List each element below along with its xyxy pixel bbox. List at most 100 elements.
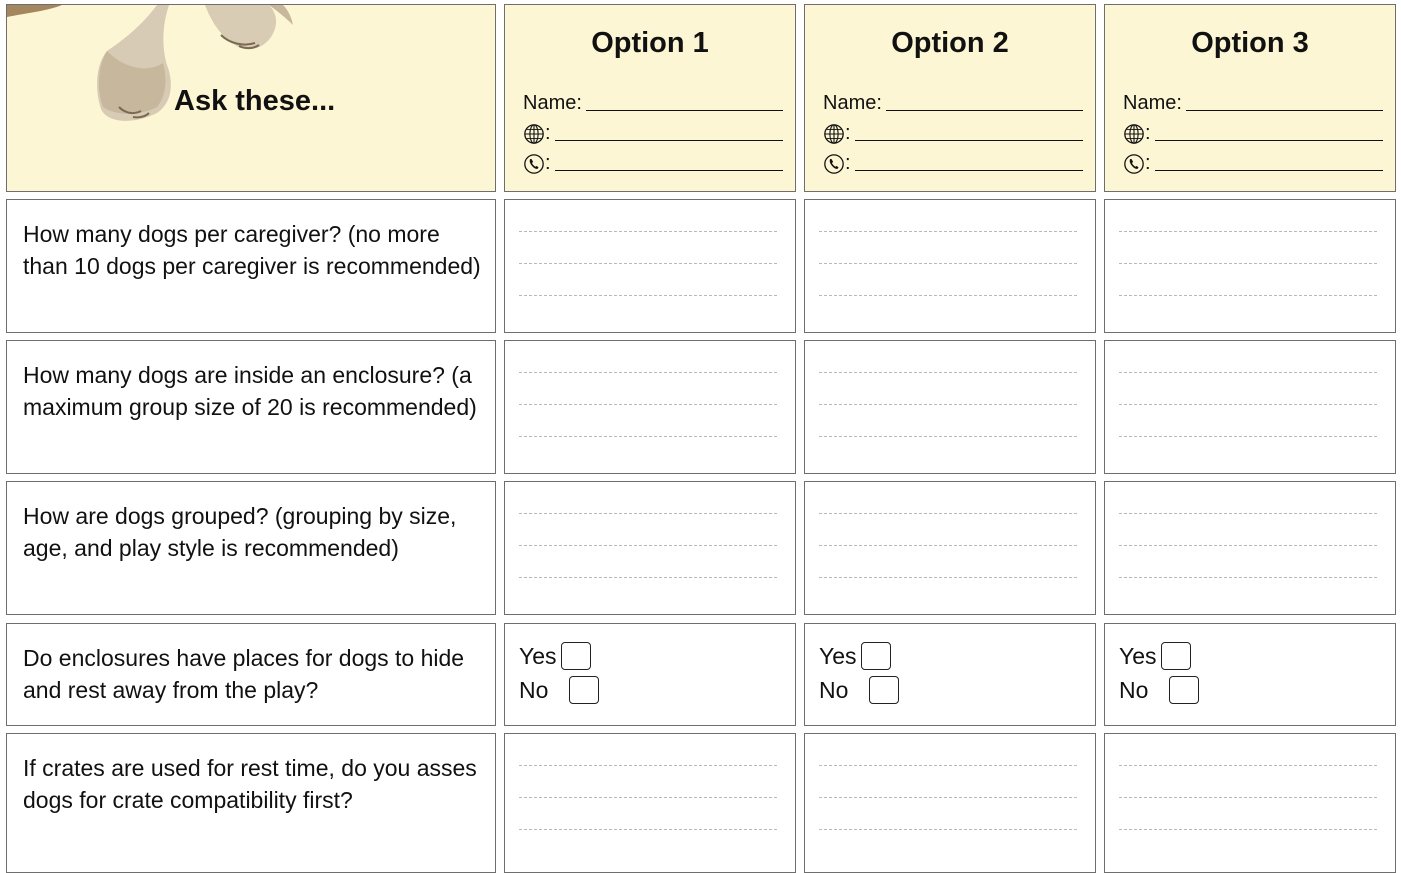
write-line (519, 372, 777, 373)
website-field[interactable]: : (823, 119, 1083, 145)
write-line (1119, 513, 1377, 514)
write-line (519, 295, 777, 296)
question-cell: Do enclosures have places for dogs to hi… (6, 623, 496, 726)
question-text: How many dogs are inside an enclosure? (… (23, 362, 477, 420)
option-title: Option 3 (1191, 27, 1309, 59)
yes-option[interactable]: Yes (519, 642, 591, 670)
write-line (519, 577, 777, 578)
write-line (819, 372, 1077, 373)
globe-icon (1124, 123, 1144, 144)
write-line (1119, 231, 1377, 232)
no-option[interactable]: No (819, 676, 899, 704)
no-label: No (1119, 676, 1149, 703)
phone-field[interactable]: : (1123, 149, 1383, 175)
yes-label: Yes (819, 642, 857, 669)
phone-icon (824, 153, 844, 174)
write-line (519, 797, 777, 798)
write-line (519, 231, 777, 232)
phone-field[interactable]: : (823, 149, 1083, 175)
question-cell: How many dogs are inside an enclosure? (… (6, 340, 496, 474)
answer-cell[interactable] (804, 199, 1096, 333)
yes-checkbox[interactable] (860, 642, 891, 670)
no-option[interactable]: No (1119, 676, 1199, 704)
write-line (819, 797, 1077, 798)
no-checkbox[interactable] (1169, 676, 1199, 704)
no-option[interactable]: No (519, 676, 599, 704)
question-text: Do enclosures have places for dogs to hi… (23, 645, 465, 703)
question-cell: How are dogs grouped? (grouping by size,… (6, 481, 496, 615)
yes-checkbox[interactable] (560, 642, 591, 670)
no-checkbox[interactable] (869, 676, 899, 704)
question-cell: If crates are used for rest time, do you… (6, 733, 496, 873)
yes-label: Yes (519, 642, 557, 669)
name-field[interactable]: Name: (523, 89, 783, 115)
write-line (519, 436, 777, 437)
phone-icon (524, 153, 544, 174)
write-line (819, 436, 1077, 437)
write-line (1119, 545, 1377, 546)
write-line (1119, 797, 1377, 798)
answer-cell[interactable] (804, 733, 1096, 873)
write-line (819, 545, 1077, 546)
answer-cell: Yes No (1104, 623, 1396, 726)
website-field[interactable]: : (523, 119, 783, 145)
question-cell: How many dogs per caregiver? (no more th… (6, 199, 496, 333)
write-line (1119, 372, 1377, 373)
write-line (519, 404, 777, 405)
write-line (1119, 295, 1377, 296)
write-line (1119, 263, 1377, 264)
no-label: No (819, 676, 849, 703)
header-ask-cell: Ask these... (6, 4, 496, 192)
write-line (519, 513, 777, 514)
option-3-header: Option 3 Name: : : (1104, 4, 1396, 192)
globe-icon (524, 123, 544, 144)
answer-cell[interactable] (1104, 733, 1396, 873)
website-field[interactable]: : (1123, 119, 1383, 145)
write-line (819, 577, 1077, 578)
write-line (519, 263, 777, 264)
write-line (519, 829, 777, 830)
ask-these-heading: Ask these... (174, 85, 336, 117)
name-field[interactable]: Name: (1123, 89, 1383, 115)
option-title: Option 1 (591, 27, 709, 59)
option-1-header: Option 1 Name: : : (504, 4, 796, 192)
write-line (819, 295, 1077, 296)
answer-cell[interactable] (504, 481, 796, 615)
phone-field[interactable]: : (523, 149, 783, 175)
no-checkbox[interactable] (569, 676, 599, 704)
name-field[interactable]: Name: (823, 89, 1083, 115)
globe-icon (824, 123, 844, 144)
name-label: Name: (523, 92, 582, 114)
write-line (819, 263, 1077, 264)
answer-cell[interactable] (1104, 481, 1396, 615)
answer-cell[interactable] (504, 199, 796, 333)
write-line (1119, 404, 1377, 405)
answer-cell[interactable] (504, 733, 796, 873)
write-line (819, 231, 1077, 232)
write-line (819, 404, 1077, 405)
answer-cell[interactable] (1104, 199, 1396, 333)
write-line (1119, 577, 1377, 578)
answer-cell[interactable] (804, 340, 1096, 474)
answer-cell[interactable] (804, 481, 1096, 615)
question-text: How many dogs per caregiver? (no more th… (23, 221, 481, 279)
answer-cell: Yes No (804, 623, 1096, 726)
phone-icon (1124, 153, 1144, 174)
answer-cell[interactable] (1104, 340, 1396, 474)
option-title: Option 2 (891, 27, 1009, 59)
yes-label: Yes (1119, 642, 1157, 669)
write-line (519, 765, 777, 766)
write-line (819, 829, 1077, 830)
write-line (1119, 765, 1377, 766)
write-line (819, 513, 1077, 514)
name-label: Name: (823, 92, 882, 114)
write-line (819, 765, 1077, 766)
yes-checkbox[interactable] (1160, 642, 1191, 670)
option-2-header: Option 2 Name: : : (804, 4, 1096, 192)
answer-cell[interactable] (504, 340, 796, 474)
name-label: Name: (1123, 92, 1182, 114)
write-line (1119, 436, 1377, 437)
yes-option[interactable]: Yes (1119, 642, 1191, 670)
yes-option[interactable]: Yes (819, 642, 891, 670)
no-label: No (519, 676, 549, 703)
